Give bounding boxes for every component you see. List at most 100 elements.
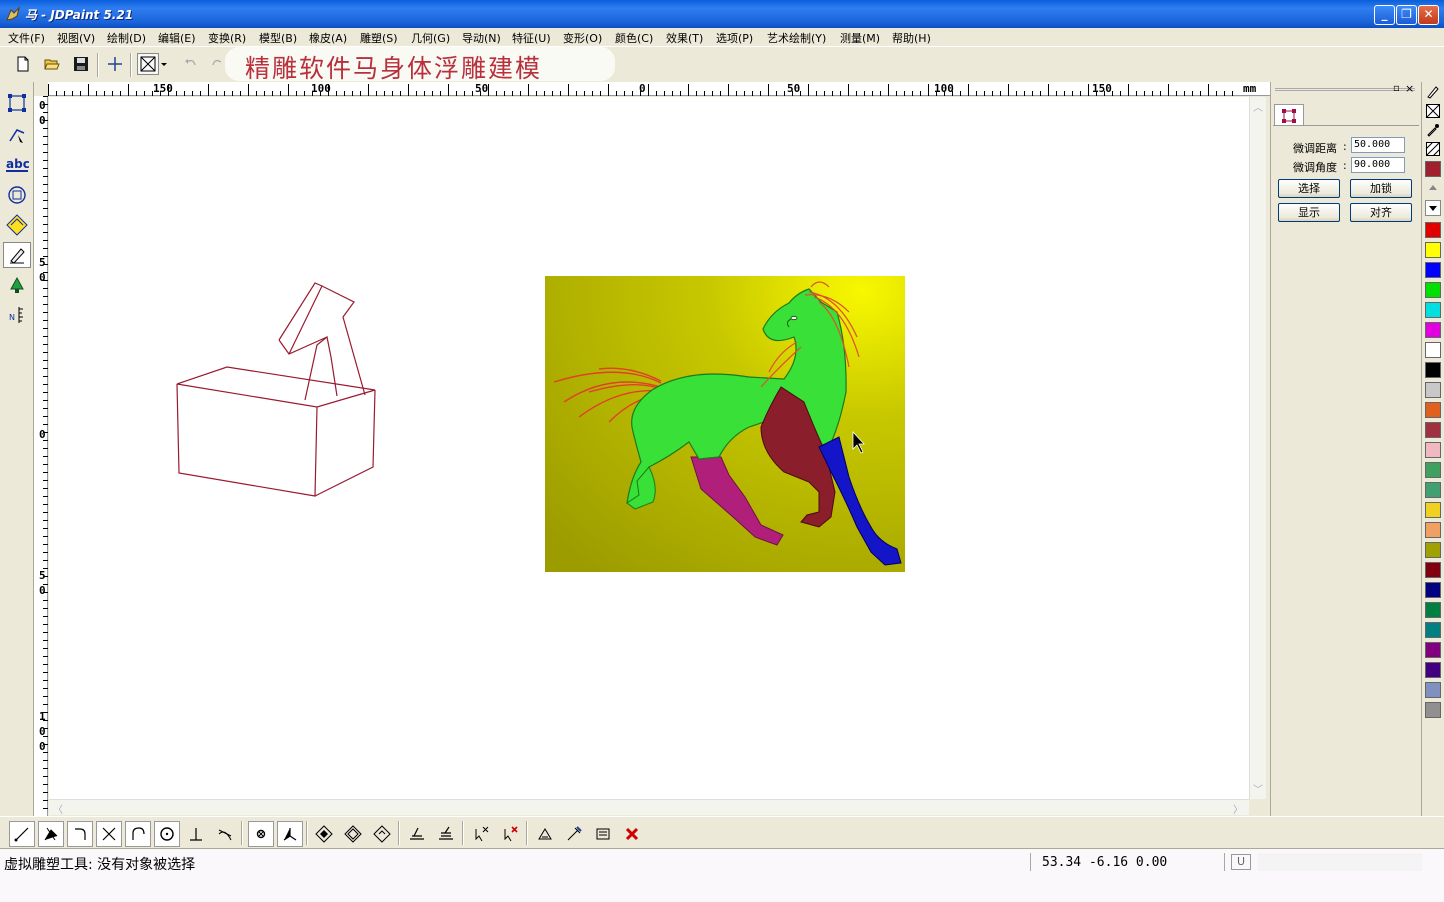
- diamond-icon-3[interactable]: [369, 821, 395, 847]
- menu-art-draw[interactable]: 艺术绘制(Y): [767, 30, 826, 46]
- fine-angle-input[interactable]: 90.000: [1351, 157, 1405, 173]
- horse-relief-image[interactable]: [545, 276, 905, 572]
- menu-file[interactable]: 文件(F): [8, 30, 45, 46]
- select-box-icon[interactable]: [3, 90, 31, 116]
- color-swatch[interactable]: [1425, 582, 1441, 598]
- color-swatch[interactable]: [1425, 422, 1441, 438]
- diamond-icon-1[interactable]: [311, 821, 337, 847]
- scroll-right-arrow-icon[interactable]: 〉: [1233, 801, 1243, 816]
- view-box-icon[interactable]: [137, 53, 159, 75]
- show-button[interactable]: 显示: [1278, 203, 1340, 222]
- color-swatch[interactable]: [1425, 562, 1441, 578]
- palette-scroll-up-icon[interactable]: [1425, 180, 1441, 196]
- pattern-icon[interactable]: [1425, 141, 1441, 157]
- status-mode-indicator[interactable]: U: [1231, 854, 1251, 870]
- pick-icon-1[interactable]: [468, 821, 494, 847]
- restore-button[interactable]: ❐: [1396, 5, 1417, 25]
- horizontal-scrollbar[interactable]: 〈 〉: [49, 799, 1249, 816]
- point-icon[interactable]: [248, 821, 274, 847]
- palette-scroll-down-icon[interactable]: [1425, 200, 1441, 216]
- drawing-canvas[interactable]: [49, 97, 1249, 799]
- color-swatch[interactable]: [1425, 402, 1441, 418]
- undo-icon[interactable]: [180, 53, 202, 75]
- transform-icon-2[interactable]: [561, 821, 587, 847]
- color-swatch[interactable]: [1425, 282, 1441, 298]
- menu-sculpt[interactable]: 雕塑(S): [360, 30, 398, 46]
- cross-icon[interactable]: [96, 821, 122, 847]
- color-swatch[interactable]: [1425, 482, 1441, 498]
- menu-geometry[interactable]: 几何(G): [411, 30, 450, 46]
- align-button[interactable]: 对齐: [1350, 203, 1412, 222]
- transform-icon-1[interactable]: [532, 821, 558, 847]
- scroll-left-arrow-icon[interactable]: 〈: [53, 801, 63, 816]
- current-color-swatch[interactable]: [1425, 161, 1441, 177]
- color-swatch[interactable]: [1425, 222, 1441, 238]
- open-folder-icon[interactable]: [41, 53, 63, 75]
- panel-close-icon[interactable]: ×: [1405, 82, 1414, 95]
- tangent-icon[interactable]: [212, 821, 238, 847]
- menu-color[interactable]: 颜色(C): [615, 30, 653, 46]
- menu-view[interactable]: 视图(V): [57, 30, 95, 46]
- sculpt-icon[interactable]: [3, 212, 31, 238]
- color-swatch[interactable]: [1425, 362, 1441, 378]
- new-file-icon[interactable]: [12, 53, 34, 75]
- circle-tool-icon[interactable]: [3, 182, 31, 208]
- line-icon[interactable]: [9, 821, 35, 847]
- panel-float-icon[interactable]: ▫: [1393, 83, 1400, 94]
- menu-guide[interactable]: 导动(N): [462, 30, 501, 46]
- vertical-scrollbar[interactable]: ︿ ﹀: [1249, 97, 1266, 799]
- wireframe-model[interactable]: [176, 282, 376, 497]
- menu-measure[interactable]: 测量(M): [840, 30, 880, 46]
- node-edit-icon[interactable]: [3, 122, 31, 148]
- panel-tab-transform[interactable]: [1274, 104, 1304, 126]
- perpendicular-icon[interactable]: [183, 821, 209, 847]
- measure-icon[interactable]: N: [3, 302, 31, 328]
- save-icon[interactable]: [70, 53, 92, 75]
- color-swatch[interactable]: [1425, 342, 1441, 358]
- color-swatch[interactable]: [1425, 462, 1441, 478]
- color-swatch[interactable]: [1425, 682, 1441, 698]
- color-swatch[interactable]: [1425, 302, 1441, 318]
- scroll-up-arrow-icon[interactable]: ︿: [1253, 99, 1263, 114]
- text-abc-icon[interactable]: abc: [3, 152, 31, 178]
- color-swatch[interactable]: [1425, 602, 1441, 618]
- menu-deform[interactable]: 变形(O): [563, 30, 602, 46]
- scroll-down-arrow-icon[interactable]: ﹀: [1253, 781, 1263, 796]
- color-swatch[interactable]: [1425, 262, 1441, 278]
- color-swatch[interactable]: [1425, 242, 1441, 258]
- color-swatch[interactable]: [1425, 322, 1441, 338]
- menu-model[interactable]: 模型(B): [259, 30, 297, 46]
- lock-button[interactable]: 加锁: [1350, 179, 1412, 198]
- curve-icon[interactable]: [125, 821, 151, 847]
- menu-feature[interactable]: 特征(U): [512, 30, 551, 46]
- menu-draw[interactable]: 绘制(D): [107, 30, 146, 46]
- color-swatch[interactable]: [1425, 662, 1441, 678]
- circle-icon[interactable]: [154, 821, 180, 847]
- color-swatch[interactable]: [1425, 622, 1441, 638]
- close-button[interactable]: ✕: [1418, 5, 1439, 25]
- pick-icon-2[interactable]: [497, 821, 523, 847]
- pen-icon[interactable]: [3, 242, 31, 268]
- pencil-icon[interactable]: [1425, 84, 1441, 100]
- color-swatch[interactable]: [1425, 642, 1441, 658]
- select-button[interactable]: 选择: [1278, 179, 1340, 198]
- fill-icon[interactable]: [3, 272, 31, 298]
- color-swatch[interactable]: [1425, 542, 1441, 558]
- level-icon-2[interactable]: [433, 821, 459, 847]
- crosshair-icon[interactable]: [104, 53, 126, 75]
- color-swatch[interactable]: [1425, 522, 1441, 538]
- color-swatch[interactable]: [1425, 702, 1441, 718]
- color-swatch[interactable]: [1425, 442, 1441, 458]
- polyline-icon[interactable]: [38, 821, 64, 847]
- menu-edit[interactable]: 编辑(E): [158, 30, 196, 46]
- level-icon-1[interactable]: [404, 821, 430, 847]
- angle-icon[interactable]: [277, 821, 303, 847]
- color-swatch[interactable]: [1425, 502, 1441, 518]
- transform-icon-3[interactable]: [590, 821, 616, 847]
- menu-transform[interactable]: 变换(R): [208, 30, 246, 46]
- menu-help[interactable]: 帮助(H): [892, 30, 931, 46]
- arc-icon[interactable]: [67, 821, 93, 847]
- diamond-icon-2[interactable]: [340, 821, 366, 847]
- eyedropper-icon[interactable]: [1425, 122, 1441, 138]
- menu-options[interactable]: 选项(P): [716, 30, 753, 46]
